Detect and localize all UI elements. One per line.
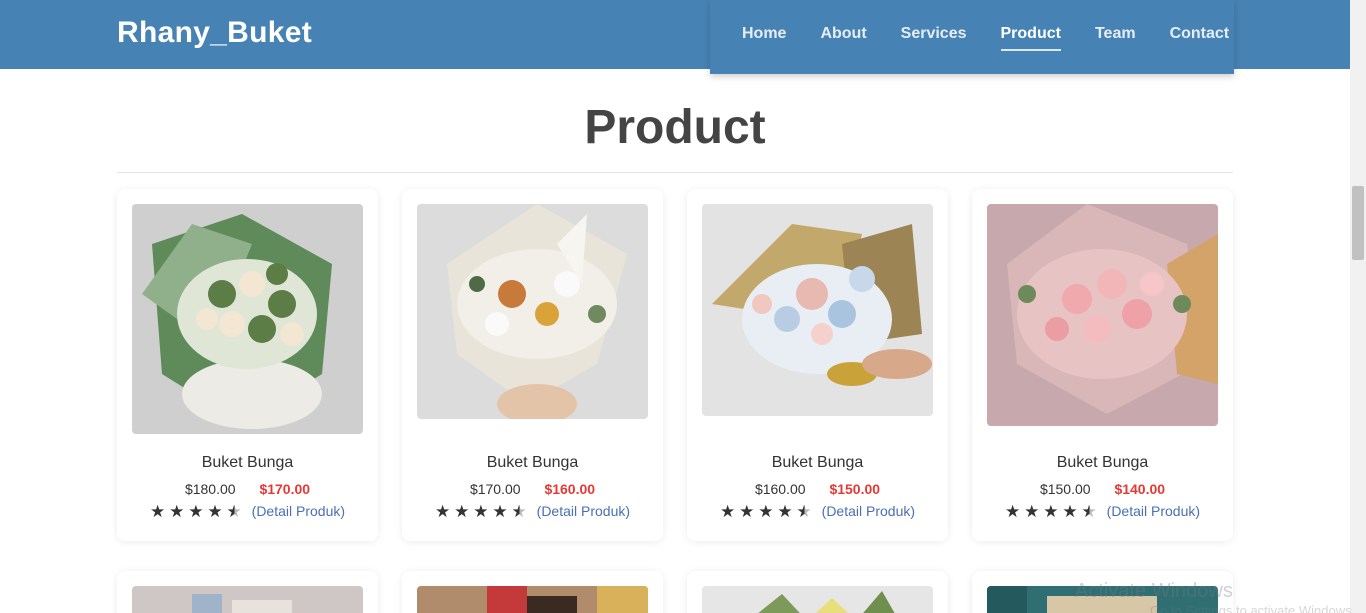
star-icon: ★	[188, 501, 204, 521]
rating-row: ★ ★ ★ ★ ★ (Detail Produk)	[402, 502, 663, 520]
product-image[interactable]	[132, 586, 363, 613]
star-icon: ★	[777, 501, 793, 521]
detail-produk-link[interactable]: (Detail Produk)	[252, 503, 345, 519]
star-rating: ★ ★ ★ ★ ★	[720, 503, 812, 520]
star-icon: ★	[1062, 501, 1078, 521]
detail-produk-link[interactable]: (Detail Produk)	[822, 503, 915, 519]
product-image[interactable]	[417, 586, 648, 613]
rating-row: ★ ★ ★ ★ ★ (Detail Produk)	[687, 502, 948, 520]
product-image[interactable]	[987, 204, 1218, 426]
page-scrollbar[interactable]	[1350, 0, 1366, 613]
product-name: Buket Bunga	[486, 454, 579, 471]
star-icon: ★	[169, 501, 185, 521]
product-card	[687, 571, 948, 613]
star-half-icon: ★	[226, 501, 242, 521]
star-rating: ★ ★ ★ ★ ★	[1005, 503, 1097, 520]
sale-price: $140.00	[1114, 481, 1166, 497]
star-icon: ★	[1043, 501, 1059, 521]
product-card	[402, 571, 663, 613]
star-rating: ★ ★ ★ ★ ★	[150, 503, 242, 520]
rating-row: ★ ★ ★ ★ ★ (Detail Produk)	[972, 502, 1233, 520]
star-half-icon: ★	[796, 501, 812, 521]
sale-price: $150.00	[829, 481, 881, 497]
sale-price: $160.00	[544, 481, 596, 497]
star-icon: ★	[739, 501, 755, 521]
product-image[interactable]	[132, 204, 363, 434]
rating-row: ★ ★ ★ ★ ★ (Detail Produk)	[117, 502, 378, 520]
nav-link-product[interactable]: Product	[1000, 25, 1062, 51]
old-price: $150.00	[1039, 481, 1091, 497]
star-icon: ★	[1004, 501, 1021, 521]
nav-link-home[interactable]: Home	[742, 25, 786, 51]
star-icon: ★	[149, 501, 166, 521]
star-icon: ★	[207, 501, 223, 521]
star-icon: ★	[454, 501, 470, 521]
product-image[interactable]	[702, 586, 933, 613]
brand-logo[interactable]: Rhany_Buket	[117, 16, 312, 50]
star-icon: ★	[492, 501, 508, 521]
product-image[interactable]	[417, 204, 648, 419]
product-card: Buket Bunga $170.00 $160.00 ★ ★ ★ ★ ★ (D…	[402, 189, 663, 541]
section-divider	[117, 172, 1233, 173]
product-prices: $150.00 $140.00	[972, 481, 1233, 497]
product-prices: $180.00 $170.00	[117, 481, 378, 497]
activate-windows-watermark: Activate Windows	[1075, 580, 1233, 602]
sale-price: $170.00	[259, 481, 311, 497]
product-card: Buket Bunga $160.00 $150.00 ★ ★ ★ ★ ★ (D…	[687, 189, 948, 541]
old-price: $160.00	[754, 481, 806, 497]
star-icon: ★	[758, 501, 774, 521]
scrollbar-thumb[interactable]	[1352, 186, 1364, 260]
detail-produk-link[interactable]: (Detail Produk)	[1107, 503, 1200, 519]
product-name: Buket Bunga	[201, 454, 294, 471]
nav-link-team[interactable]: Team	[1095, 25, 1136, 51]
star-icon: ★	[1024, 501, 1040, 521]
activate-windows-subtext: Go to Settings to activate Windows.	[1150, 603, 1356, 613]
product-name: Buket Bunga	[1056, 454, 1149, 471]
product-card: Buket Bunga $180.00 $170.00 ★ ★ ★ ★ ★ (D…	[117, 189, 378, 541]
section-title: Product	[584, 101, 766, 154]
star-half-icon: ★	[1081, 501, 1097, 521]
product-image[interactable]	[702, 204, 933, 416]
product-card	[117, 571, 378, 613]
star-icon: ★	[434, 501, 451, 521]
nav-link-services[interactable]: Services	[901, 25, 967, 51]
old-price: $180.00	[184, 481, 236, 497]
product-prices: $170.00 $160.00	[402, 481, 663, 497]
nav-link-about[interactable]: About	[820, 25, 866, 51]
nav-menu: Home About Services Product Team Contact	[710, 0, 1234, 74]
product-card: Buket Bunga $150.00 $140.00 ★ ★ ★ ★ ★ (D…	[972, 189, 1233, 541]
old-price: $170.00	[469, 481, 521, 497]
detail-produk-link[interactable]: (Detail Produk)	[537, 503, 630, 519]
star-rating: ★ ★ ★ ★ ★	[435, 503, 527, 520]
nav-link-contact[interactable]: Contact	[1170, 25, 1230, 51]
product-name: Buket Bunga	[771, 454, 864, 471]
product-prices: $160.00 $150.00	[687, 481, 948, 497]
star-half-icon: ★	[511, 501, 527, 521]
star-icon: ★	[473, 501, 489, 521]
star-icon: ★	[719, 501, 736, 521]
